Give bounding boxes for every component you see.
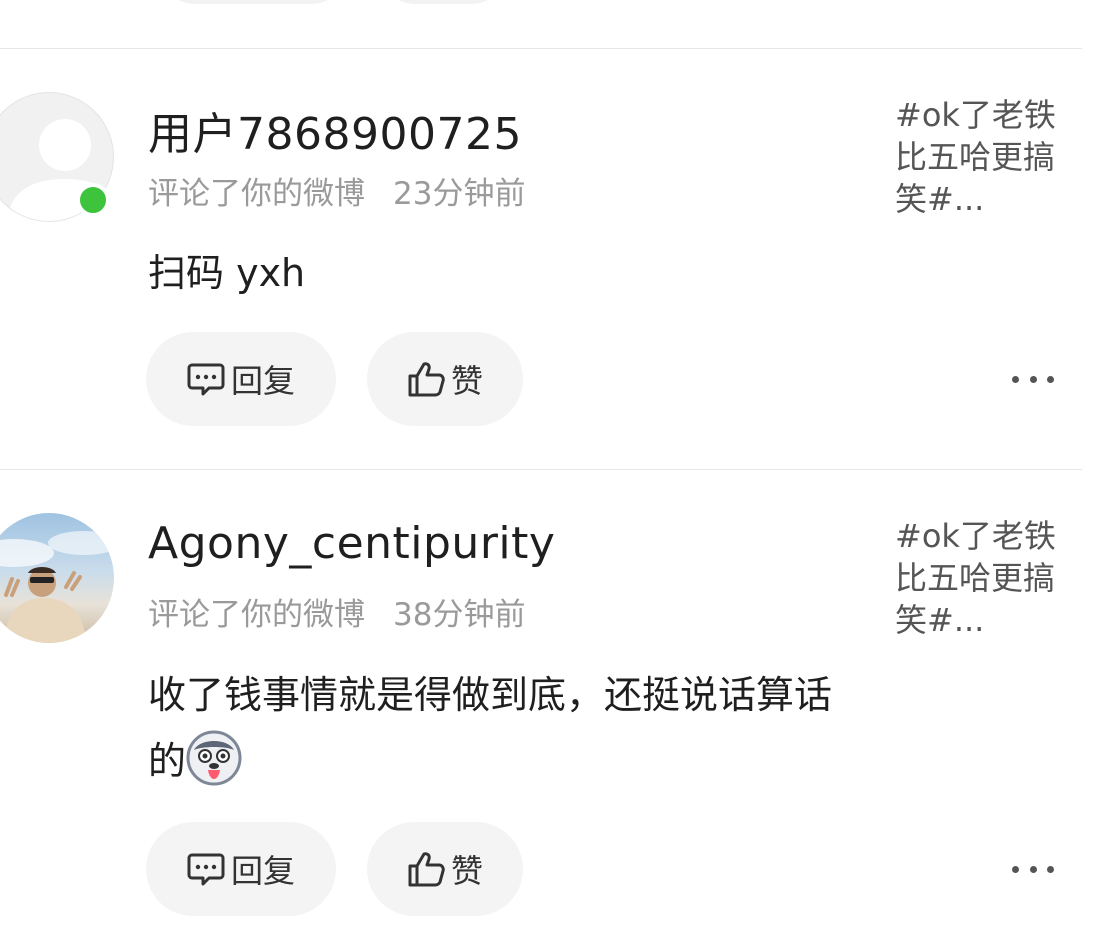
comment-icon — [187, 851, 225, 887]
divider — [0, 48, 1082, 49]
previous-reply-button[interactable] — [158, 0, 348, 4]
avatar[interactable] — [0, 513, 114, 643]
timestamp: 23分钟前 — [393, 176, 526, 212]
more-options-icon[interactable] — [1012, 859, 1054, 879]
divider — [0, 469, 1082, 470]
more-options-icon[interactable] — [1012, 369, 1054, 389]
comment-text: 扫码 yxh — [148, 251, 306, 295]
comment-meta: 评论了你的微博 23分钟前 — [148, 168, 525, 213]
thumbs-up-icon — [407, 850, 445, 888]
previous-like-button[interactable] — [378, 0, 508, 4]
like-label: 赞 — [450, 852, 483, 890]
action-text: 评论了你的微博 — [148, 176, 365, 212]
like-button[interactable]: 赞 — [367, 822, 523, 916]
comment-icon — [187, 361, 225, 397]
reply-button[interactable]: 回复 — [146, 822, 336, 916]
reply-label: 回复 — [230, 362, 295, 400]
reply-label: 回复 — [230, 852, 295, 890]
comment-meta: 评论了你的微博 38分钟前 — [148, 589, 525, 634]
thumbs-up-icon — [407, 360, 445, 398]
timestamp: 38分钟前 — [393, 597, 526, 633]
username[interactable]: 用户7868900725 — [148, 98, 522, 162]
comment-text-body: 收了钱事情就是得做到底，还挺说话算话的 — [148, 673, 833, 783]
comment-text: 收了钱事情就是得做到底，还挺说话算话的 — [148, 662, 838, 806]
like-button[interactable]: 赞 — [367, 332, 523, 426]
reply-button[interactable]: 回复 — [146, 332, 336, 426]
username[interactable]: Agony_centipurity — [148, 518, 555, 569]
profile-photo — [0, 531, 114, 643]
like-label: 赞 — [450, 362, 483, 400]
notification-list: 用户7868900725 评论了你的微博 23分钟前 扫码 yxh #ok了老铁比… — [0, 0, 1103, 948]
husky-emoji-icon — [186, 730, 242, 806]
weibo-topic-preview[interactable]: #ok了老铁比五哈更搞笑#... — [895, 515, 1080, 641]
weibo-topic-preview[interactable]: #ok了老铁比五哈更搞笑#... — [895, 94, 1080, 220]
online-status-dot — [76, 183, 110, 217]
action-text: 评论了你的微博 — [148, 597, 365, 633]
